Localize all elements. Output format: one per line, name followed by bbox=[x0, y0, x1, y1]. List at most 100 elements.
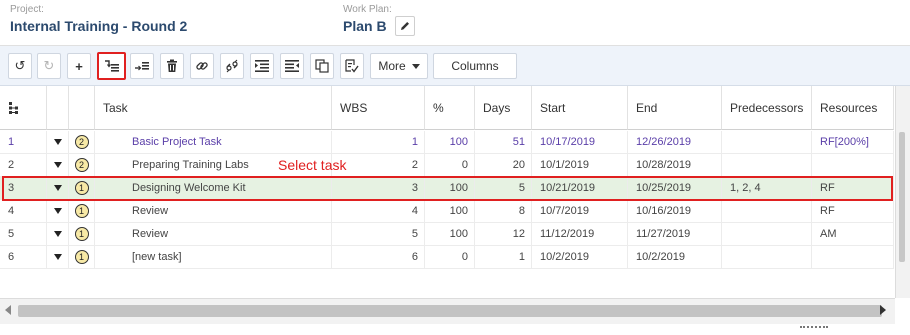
scroll-right-icon[interactable] bbox=[880, 305, 886, 315]
task-name[interactable]: Basic Project Task bbox=[95, 131, 332, 154]
col-header-days[interactable]: Days bbox=[475, 86, 532, 130]
level-badge[interactable]: 1 bbox=[69, 177, 95, 200]
col-header-predecessors[interactable]: Predecessors bbox=[722, 86, 812, 130]
delete-task-button[interactable] bbox=[160, 53, 184, 79]
end-cell[interactable]: 11/27/2019 bbox=[628, 223, 722, 246]
predecessors-cell[interactable] bbox=[722, 200, 812, 223]
expand-arrow-icon[interactable] bbox=[53, 162, 62, 168]
predecessors-cell[interactable] bbox=[722, 154, 812, 177]
more-button[interactable]: More bbox=[370, 53, 428, 79]
redo-button[interactable]: ↻ bbox=[37, 53, 61, 79]
columns-button[interactable]: Columns bbox=[433, 53, 517, 79]
start-cell[interactable]: 10/1/2019 bbox=[532, 154, 628, 177]
predecessors-cell[interactable] bbox=[722, 246, 812, 269]
days-cell[interactable]: 51 bbox=[475, 131, 532, 154]
table-row[interactable]: 4 1 Review 4 100 8 10/7/2019 10/16/2019 RF bbox=[0, 200, 894, 223]
row-number[interactable]: 3 bbox=[0, 177, 47, 200]
percent-cell[interactable]: 0 bbox=[425, 246, 475, 269]
unlink-tasks-button[interactable] bbox=[220, 53, 244, 79]
start-cell[interactable]: 10/7/2019 bbox=[532, 200, 628, 223]
col-header-end[interactable]: End bbox=[628, 86, 722, 130]
hierarchy-header[interactable] bbox=[0, 86, 47, 130]
col-header-task[interactable]: Task bbox=[95, 86, 332, 130]
row-number[interactable]: 2 bbox=[0, 154, 47, 177]
predecessors-cell[interactable]: 1, 2, 4 bbox=[722, 177, 812, 200]
start-cell[interactable]: 10/21/2019 bbox=[532, 177, 628, 200]
level-badge[interactable]: 1 bbox=[69, 200, 95, 223]
add-task-button[interactable]: + bbox=[67, 53, 91, 79]
days-cell[interactable]: 1 bbox=[475, 246, 532, 269]
outdent-button[interactable] bbox=[280, 53, 304, 79]
wbs-cell[interactable]: 1 bbox=[332, 131, 425, 154]
expand-toggle[interactable] bbox=[47, 246, 69, 269]
predecessors-cell[interactable] bbox=[722, 223, 812, 246]
link-tasks-button[interactable] bbox=[190, 53, 214, 79]
resources-cell[interactable] bbox=[812, 154, 894, 177]
task-name[interactable]: Review bbox=[95, 200, 332, 223]
table-row[interactable]: 1 2 Basic Project Task 1 100 51 10/17/2019 12/2… bbox=[0, 131, 894, 154]
insert-subtask-button[interactable] bbox=[97, 52, 126, 80]
predecessors-cell[interactable] bbox=[722, 131, 812, 154]
col-header-wbs[interactable]: WBS bbox=[332, 86, 425, 130]
percent-cell[interactable]: 100 bbox=[425, 131, 475, 154]
end-cell[interactable]: 10/16/2019 bbox=[628, 200, 722, 223]
row-number[interactable]: 1 bbox=[0, 131, 47, 154]
table-row[interactable]: 5 1 Review 5 100 12 11/12/2019 11/27/2019 AM bbox=[0, 223, 894, 246]
resources-cell[interactable]: RF bbox=[812, 177, 894, 200]
resources-cell[interactable]: RF bbox=[812, 200, 894, 223]
days-cell[interactable]: 20 bbox=[475, 154, 532, 177]
days-cell[interactable]: 5 bbox=[475, 177, 532, 200]
expand-toggle[interactable] bbox=[47, 177, 69, 200]
expand-arrow-icon[interactable] bbox=[53, 231, 62, 237]
expand-toggle[interactable] bbox=[47, 200, 69, 223]
task-name[interactable]: Review bbox=[95, 223, 332, 246]
copy-task-button[interactable] bbox=[310, 53, 334, 79]
project-name[interactable]: Internal Training - Round 2 bbox=[10, 16, 187, 36]
days-cell[interactable]: 12 bbox=[475, 223, 532, 246]
end-cell[interactable]: 10/25/2019 bbox=[628, 177, 722, 200]
table-row[interactable]: 6 1 [new task] 6 0 1 10/2/2019 10/2/2019 bbox=[0, 246, 894, 269]
expand-toggle[interactable] bbox=[47, 131, 69, 154]
percent-cell[interactable]: 100 bbox=[425, 200, 475, 223]
col-header-resources[interactable]: Resources bbox=[812, 86, 894, 130]
wbs-cell[interactable]: 5 bbox=[332, 223, 425, 246]
row-number[interactable]: 5 bbox=[0, 223, 47, 246]
edit-workplan-button[interactable] bbox=[394, 16, 415, 36]
wbs-cell[interactable]: 3 bbox=[332, 177, 425, 200]
expand-arrow-icon[interactable] bbox=[53, 185, 62, 191]
horizontal-scroll-thumb[interactable] bbox=[18, 305, 882, 317]
wbs-cell[interactable]: 4 bbox=[332, 200, 425, 223]
level-badge[interactable]: 2 bbox=[69, 154, 95, 177]
expand-arrow-icon[interactable] bbox=[53, 208, 62, 214]
task-name[interactable]: Designing Welcome Kit bbox=[95, 177, 332, 200]
wbs-cell[interactable]: 6 bbox=[332, 246, 425, 269]
resources-cell[interactable]: RF[200%] bbox=[812, 131, 894, 154]
col-header-pct[interactable]: % bbox=[425, 86, 475, 130]
table-row[interactable]: 3 1 Designing Welcome Kit 3 100 5 10/21/2019 10… bbox=[0, 177, 894, 200]
scroll-left-icon[interactable] bbox=[5, 305, 11, 315]
level-badge[interactable]: 1 bbox=[69, 223, 95, 246]
table-row[interactable]: 2 2 Preparing Training Labs 2 0 20 10/1/2019 10… bbox=[0, 154, 894, 177]
workplan-name[interactable]: Plan B bbox=[343, 16, 387, 36]
resources-cell[interactable] bbox=[812, 246, 894, 269]
indent-button[interactable] bbox=[250, 53, 274, 79]
percent-cell[interactable]: 100 bbox=[425, 223, 475, 246]
expand-toggle[interactable] bbox=[47, 223, 69, 246]
level-badge[interactable]: 1 bbox=[69, 246, 95, 269]
start-cell[interactable]: 10/17/2019 bbox=[532, 131, 628, 154]
row-number[interactable]: 4 bbox=[0, 200, 47, 223]
end-cell[interactable]: 10/28/2019 bbox=[628, 154, 722, 177]
resize-grip-icon[interactable] bbox=[800, 326, 828, 330]
start-cell[interactable]: 10/2/2019 bbox=[532, 246, 628, 269]
expand-arrow-icon[interactable] bbox=[53, 254, 62, 260]
expand-toggle[interactable] bbox=[47, 154, 69, 177]
level-badge[interactable]: 2 bbox=[69, 131, 95, 154]
expand-arrow-icon[interactable] bbox=[53, 139, 62, 145]
start-cell[interactable]: 11/12/2019 bbox=[532, 223, 628, 246]
end-cell[interactable]: 10/2/2019 bbox=[628, 246, 722, 269]
percent-cell[interactable]: 0 bbox=[425, 154, 475, 177]
undo-button[interactable]: ↺ bbox=[8, 53, 32, 79]
col-header-start[interactable]: Start bbox=[532, 86, 628, 130]
checklist-button[interactable] bbox=[340, 53, 364, 79]
move-task-button[interactable] bbox=[130, 53, 154, 79]
